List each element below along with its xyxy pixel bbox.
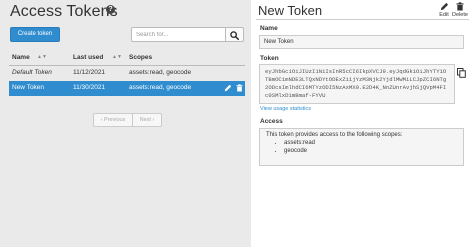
pencil-icon [440,2,448,11]
access-description: This token provides access to the follow… [266,132,403,138]
table-header: Name ▲▼ Last used ▲▼ Scopes [9,50,245,66]
usage-statistics-link[interactable]: View usage statistics [260,106,311,112]
list-item: geocode [284,148,457,156]
help-icon[interactable]: ? [106,5,115,14]
token-label: Token [260,55,279,62]
copy-icon[interactable] [457,68,466,80]
token-value-field[interactable]: eyJhbGciOiJIUzI1NiIsInR5cCI6IkpXVCJ9.eyJ… [259,64,455,104]
previous-page-button[interactable]: ‹ Previous [93,113,133,127]
access-label: Access [260,118,283,125]
token-scopes: assets:read, geocode [129,69,192,76]
token-scopes: assets:read, geocode [129,84,192,91]
token-name: New Token [12,84,45,91]
name-label: Name [260,25,278,32]
token-name: Default Token [12,69,52,76]
sort-icon[interactable]: ▲▼ [112,54,122,60]
column-header-last-used[interactable]: Last used [73,54,103,61]
token-last-used: 11/30/2021 [73,84,106,91]
search-input[interactable] [131,27,226,42]
page-title: Access Tokens [10,3,118,20]
access-box: This token provides access to the follow… [259,128,464,166]
column-header-name[interactable]: Name [12,54,30,61]
table-row[interactable]: Default Token 11/12/2021 assets:read, ge… [9,66,245,81]
name-field[interactable]: New Token [259,35,464,49]
sort-icon[interactable]: ▲▼ [37,54,47,60]
trash-icon [456,2,464,11]
delete-button[interactable]: Delete [452,2,468,18]
search-icon [230,31,239,40]
tokens-table: Name ▲▼ Last used ▲▼ Scopes Default Toke… [9,50,245,96]
edit-label: Edit [439,12,449,18]
detail-title: New Token [258,3,323,18]
pagination: ‹ Previous Next › [93,113,162,127]
search-button[interactable] [226,27,244,42]
token-detail-panel: New Token Edit Delete Name New Token Tok… [251,0,474,247]
scopes-list: assets:read geocode [284,140,457,155]
table-row[interactable]: New Token 11/30/2021 assets:read, geocod… [9,81,245,96]
column-header-scopes: Scopes [129,54,153,61]
create-token-button[interactable]: Create token [10,27,60,42]
list-item: assets:read [284,140,457,148]
divider [256,19,469,20]
delete-label: Delete [452,12,468,18]
delete-row-icon[interactable] [236,84,243,94]
tokens-list-panel: Access Tokens ? Create token Name ▲▼ Las… [0,0,251,247]
next-page-button[interactable]: Next › [133,113,162,127]
edit-row-icon[interactable] [224,84,232,94]
edit-button[interactable]: Edit [436,2,452,18]
token-last-used: 11/12/2021 [73,69,106,76]
